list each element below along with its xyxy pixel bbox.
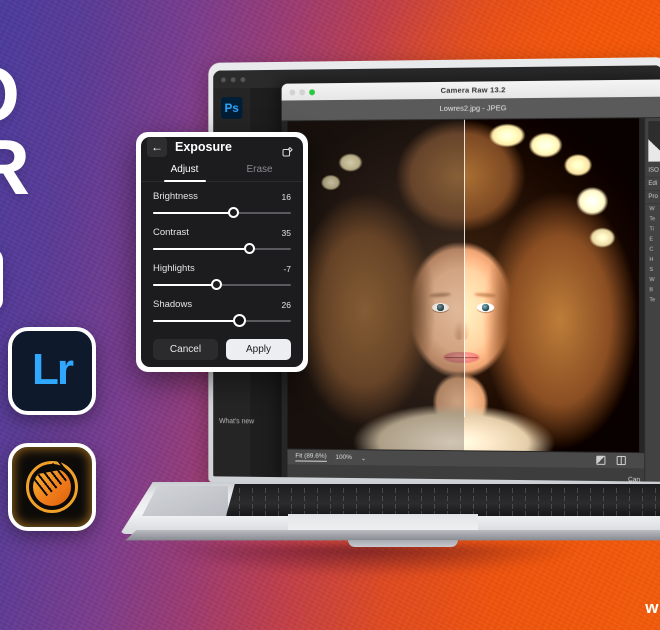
exposure-panel-title: Exposure [175, 140, 232, 154]
portrait-before [287, 119, 465, 452]
slider-label-shadows: Shadows 26 [153, 299, 291, 310]
camera-raw-title: Camera Raw 13.2 [440, 85, 506, 95]
window-close-dot[interactable] [220, 76, 226, 82]
slider-label-highlights: Highlights -7 [153, 263, 291, 274]
slider-knob-contrast[interactable] [244, 243, 256, 254]
slider-label-contrast: Contrast 35 [153, 227, 291, 238]
photoshop-logo: Ps [220, 96, 243, 119]
camera-raw-canvas[interactable]: Fit (89.6%) 100% ⌄ Can [281, 118, 645, 482]
exposure-panel-header: ← Exposure [141, 137, 303, 157]
slider-track-shadows[interactable] [153, 314, 291, 327]
photo-before-half [287, 119, 465, 452]
panel-row-profile[interactable]: Pro [645, 190, 660, 205]
lightroom-icon-label: Lr [32, 344, 74, 394]
camera-raw-right-panel[interactable]: ISO Edi Pro W Te Ti E C H S W B Te [644, 117, 660, 482]
panel-sub-whites[interactable]: W [645, 275, 660, 285]
camera-raw-window: Camera Raw 13.2 Lowres2.jpg - JPEG Fit (… [281, 79, 660, 482]
panel-sub-highlights[interactable]: H [645, 255, 660, 265]
exposure-panel-actions: Cancel Apply [141, 335, 303, 367]
back-arrow-icon[interactable]: ← [147, 137, 167, 157]
whats-new-link[interactable]: What's new [219, 418, 254, 425]
nose [452, 320, 465, 341]
headline-chip: C [0, 248, 3, 312]
slider-value-highlights: -7 [283, 263, 291, 274]
laptop-base [120, 470, 660, 562]
panel-sub-contrast[interactable]: C [645, 245, 660, 255]
brow-right [473, 292, 497, 298]
lightroom-icon[interactable]: Lr [8, 327, 96, 415]
watermark-text: w [645, 598, 658, 617]
photo-after-half [464, 118, 644, 453]
split-view-icon[interactable] [616, 455, 626, 466]
slider-value-contrast: 35 [281, 227, 291, 238]
tab-erase[interactable]: Erase [222, 157, 297, 181]
panel-sub-blacks[interactable]: B [645, 285, 660, 295]
slider-value-brightness: 16 [281, 191, 291, 202]
tab-adjust[interactable]: Adjust [147, 157, 222, 183]
panel-sub-white-balance[interactable]: W [645, 204, 660, 214]
before-after-split-line[interactable] [464, 119, 466, 418]
slider-name-contrast: Contrast [153, 227, 189, 238]
brow-left [428, 292, 452, 298]
stamp-icon[interactable] [281, 145, 294, 158]
portrait-after [464, 118, 640, 453]
panel-sub-texture[interactable]: Te [645, 295, 660, 305]
camera-raw-filename: Lowres2.jpg - JPEG [439, 103, 507, 113]
before-view-icon[interactable] [596, 455, 606, 465]
slider-track-contrast[interactable] [153, 243, 291, 254]
capture-one-icon[interactable] [8, 443, 96, 531]
window-minimize-dot[interactable] [230, 76, 236, 82]
camera-raw-body: Fit (89.6%) 100% ⌄ Can ISO Edi Pro W Te … [281, 117, 660, 482]
slider-label-brightness: Brightness 16 [153, 191, 291, 202]
slider-track-highlights[interactable] [153, 279, 291, 290]
slider-knob-highlights[interactable] [210, 279, 222, 290]
apply-button[interactable]: Apply [226, 339, 291, 360]
slider-row-brightness: Brightness 16 [153, 191, 291, 218]
exposure-panel-inner: ← Exposure Adjust Erase Brightness 16 Co… [141, 137, 303, 367]
zoom-fit-value[interactable]: Fit (89.6%) [295, 452, 327, 462]
window-zoom-dot[interactable] [240, 76, 246, 82]
lips [442, 352, 465, 364]
slider-row-contrast: Contrast 35 [153, 227, 291, 254]
lips [464, 352, 481, 364]
eye-left [432, 302, 449, 313]
panel-row-iso[interactable]: ISO [645, 164, 660, 178]
slider-row-shadows: Shadows 26 [153, 299, 291, 327]
slider-name-shadows: Shadows [153, 299, 193, 310]
slider-knob-shadows[interactable] [233, 314, 247, 327]
panel-sub-tint[interactable]: Ti [645, 224, 660, 234]
portrait-photo [287, 118, 644, 453]
slider-knob-brightness[interactable] [227, 207, 239, 218]
slider-name-brightness: Brightness [153, 191, 198, 202]
slider-name-highlights: Highlights [153, 263, 195, 274]
panel-sub-temperature[interactable]: Te [645, 214, 660, 224]
exposure-panel: ← Exposure Adjust Erase Brightness 16 Co… [136, 132, 308, 372]
laptop-keyboard [226, 484, 660, 516]
exposure-sliders: Brightness 16 Contrast 35 Highlights -7 … [141, 182, 303, 335]
chevron-down-icon[interactable]: ⌄ [361, 454, 366, 462]
panel-row-edit[interactable]: Edi [645, 177, 660, 192]
histogram [648, 120, 660, 162]
zoom-100-value[interactable]: 100% [336, 454, 352, 461]
panel-sub-exposure[interactable]: E [645, 234, 660, 244]
page-title: TO OR [0, 55, 30, 212]
camera-raw-zoom-controls[interactable]: Fit (89.6%) 100% ⌄ [287, 449, 645, 469]
exposure-tabs[interactable]: Adjust Erase [141, 157, 303, 183]
slider-row-highlights: Highlights -7 [153, 263, 291, 290]
capture-one-glow [12, 447, 92, 527]
laptop-front-notch [348, 540, 458, 547]
panel-sub-shadows[interactable]: S [645, 265, 660, 275]
slider-value-shadows: 26 [281, 299, 291, 310]
headline-line-2: OR [0, 123, 30, 212]
cancel-button[interactable]: Cancel [153, 339, 218, 360]
eye-right [477, 303, 495, 313]
slider-track-brightness[interactable] [153, 207, 291, 218]
